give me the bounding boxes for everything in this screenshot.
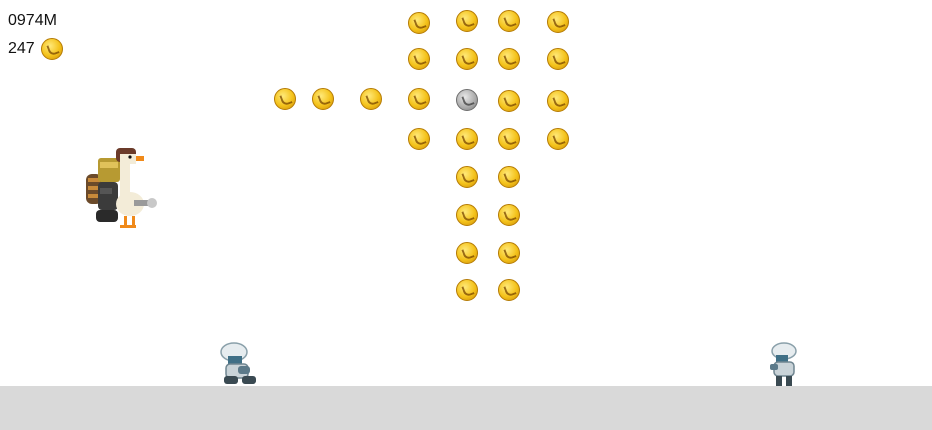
- gold-coin: [498, 128, 520, 150]
- gold-coin-icon: [40, 38, 63, 60]
- gold-coin: [408, 48, 430, 70]
- gold-coin: [498, 204, 520, 226]
- gold-coin: [547, 48, 569, 70]
- gold-coin: [360, 88, 382, 110]
- gold-coin: [547, 11, 569, 33]
- enemy-soldier-standing: [770, 342, 797, 386]
- enemy-soldier-crouching: [220, 342, 256, 384]
- gold-coin: [456, 48, 478, 70]
- gold-coin: [498, 90, 520, 112]
- gold-coin: [456, 204, 478, 226]
- gold-coin: [456, 242, 478, 264]
- gold-coin: [498, 166, 520, 188]
- gold-coin: [456, 279, 478, 301]
- silver-coin: [456, 89, 478, 111]
- gold-coin: [408, 128, 430, 150]
- gold-coin: [547, 90, 569, 112]
- player-goose-sprite: [86, 148, 157, 228]
- gold-coin: [274, 88, 296, 110]
- game-stage[interactable]: 0974M 247: [0, 0, 932, 430]
- gold-coin: [408, 88, 430, 110]
- gold-coin: [498, 10, 520, 32]
- gold-coin: [498, 48, 520, 70]
- gold-coin: [456, 10, 478, 32]
- ground: [0, 386, 932, 430]
- gold-coin: [312, 88, 334, 110]
- gold-coin: [456, 128, 478, 150]
- gold-coin: [408, 12, 430, 34]
- gold-coin: [498, 279, 520, 301]
- distance-counter: 0974M: [8, 12, 57, 29]
- gold-coin: [498, 242, 520, 264]
- gold-coin: [456, 166, 478, 188]
- coin-count-value: 247: [8, 40, 35, 57]
- coin-counter: 247: [8, 38, 63, 60]
- gold-coin: [547, 128, 569, 150]
